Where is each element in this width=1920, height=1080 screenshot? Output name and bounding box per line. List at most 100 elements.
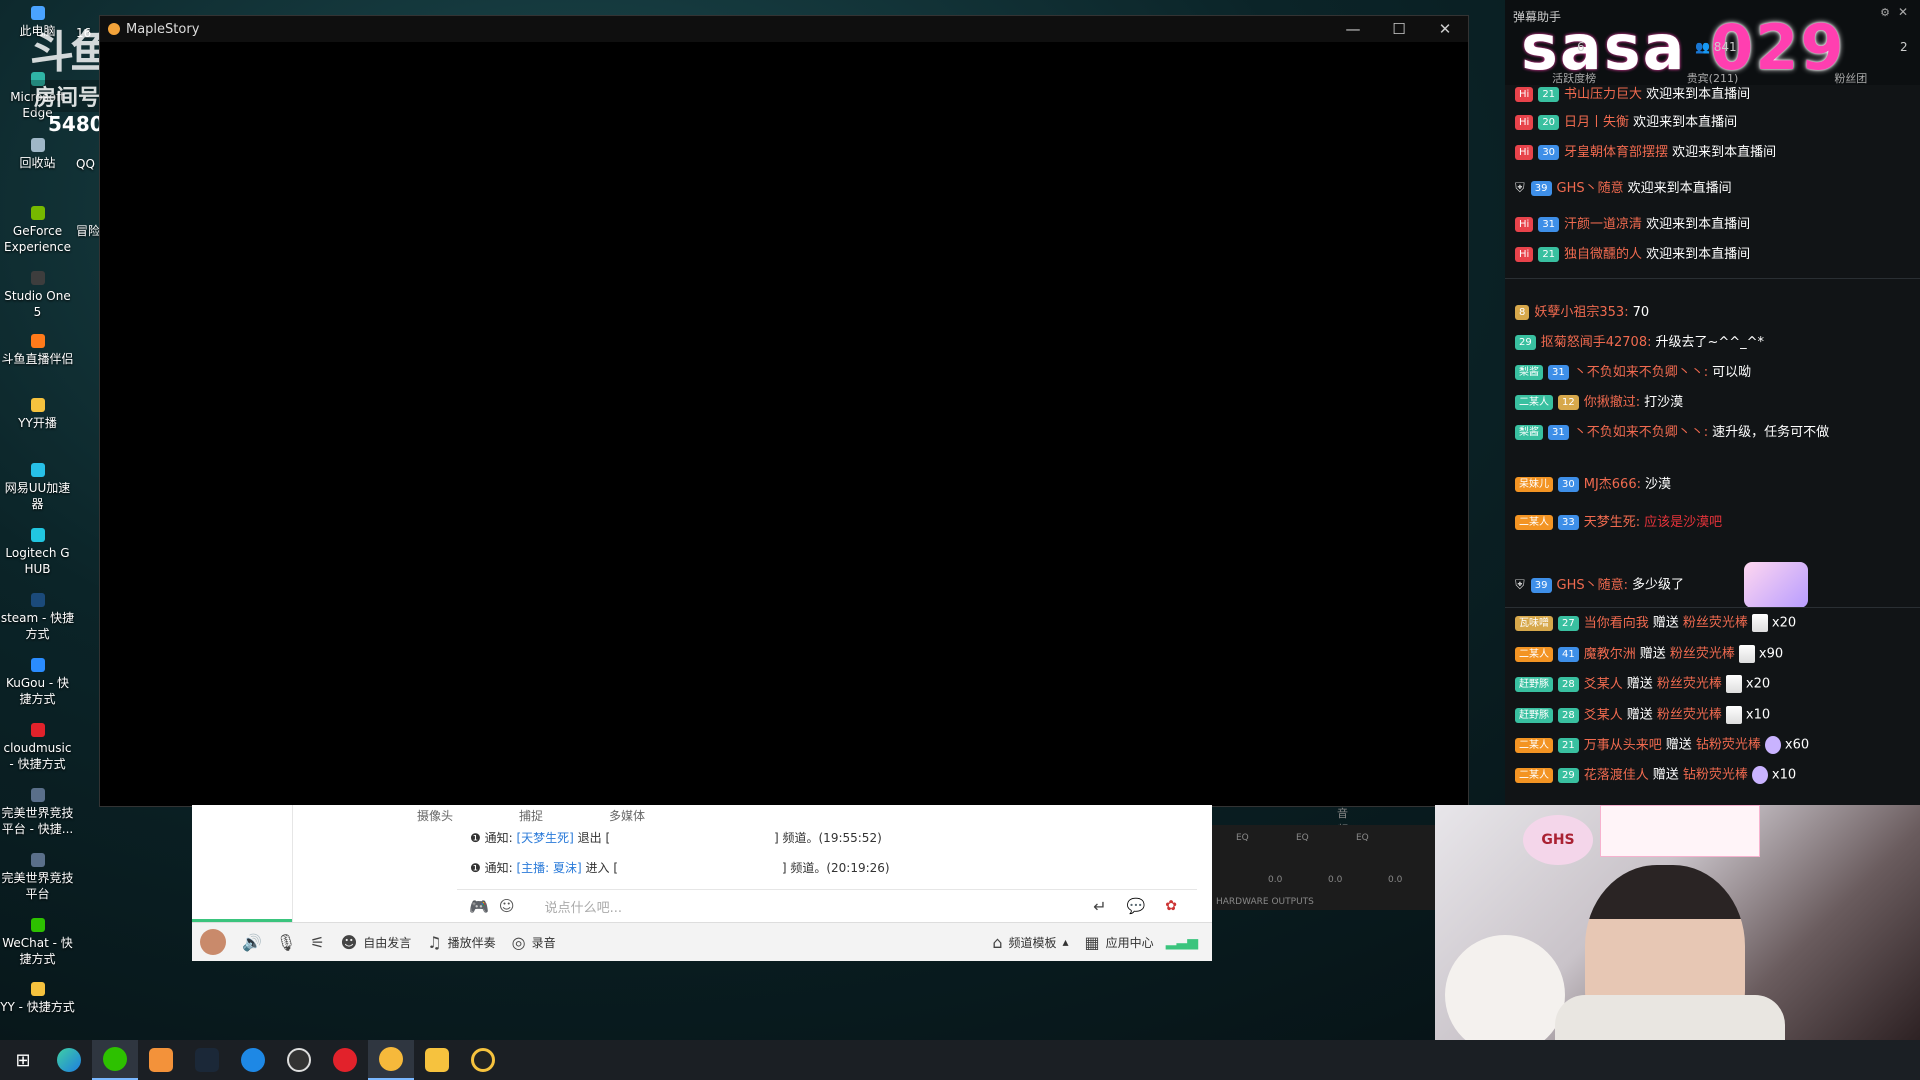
tab-vip[interactable]: 贵宾(211) [1643,70,1781,86]
circle-app-icon [471,1048,495,1072]
free-speech-button[interactable]: ☻ 自由发言 [341,933,412,952]
flower-icon[interactable]: ✿ [1165,898,1177,914]
tab-fan-group[interactable]: 粉丝团 [1782,70,1920,86]
taskbar-yy[interactable] [414,1040,460,1080]
desktop-icon-yy[interactable]: YY - 快捷方式 [0,982,75,1015]
taskbar-clock-app[interactable] [276,1040,322,1080]
tab-activity-rank[interactable]: 活跃度榜 [1505,70,1643,86]
notice-row: ❶ 通知: [主播: 夏沫] 进入 [ ] 频道。(20:19:26) [470,861,890,875]
game-controller-icon[interactable]: 🎮 [469,897,489,916]
taskbar-circle-app[interactable] [460,1040,506,1080]
list-item: 梨酱 31 丶不负如来不负卿丶丶: 可以呦 [1515,364,1914,382]
music-note-icon: ♫ [427,932,442,952]
notice-row: ❶ 通知: [天梦生死] 退出 [ ] 频道。(19:55:52) [470,831,882,845]
list-item: 二某人 21 万事从头来吧 赠送 钻粉荧光棒 x60 [1515,736,1914,755]
desktop-icon-douyu[interactable]: 斗鱼直播伴侣 [0,334,75,367]
avatar[interactable] [200,929,226,955]
speech-bubble-icon[interactable]: 💬 [1127,897,1146,915]
list-item: 8 妖孽小祖宗353: 70 [1515,304,1914,322]
mixer-side-panel: EQ EQ EQ 0.0 0.0 0.0 HARDWARE OUTPUTS [1212,825,1435,910]
divider [1505,278,1920,279]
edge-icon [57,1048,81,1072]
list-item: Hi 21 书山压力巨大 欢迎来到本直播间 [1515,86,1914,104]
shield-icon: ⛨ [1515,181,1525,196]
desktop-icon-cloudmusic[interactable]: cloudmusic - 快捷方式 [0,723,75,772]
kugou-icon [30,658,45,672]
smile-icon: ☻ [340,932,358,952]
yy-channel-window[interactable]: 摄像头 捕捉 多媒体 音频调节 ❶ 通知: [天梦生死] 退出 [ ] 频道。(… [192,805,1348,961]
taskbar-app-orange[interactable] [138,1040,184,1080]
list-item: 二某人 12 你揪撤过: 打沙漠 [1515,394,1914,412]
taskbar-steam[interactable] [184,1040,230,1080]
taskbar-maplestory[interactable] [368,1040,414,1080]
close-button[interactable]: ✕ [1422,20,1468,38]
chat-input[interactable]: 说点什么吧... [545,897,622,916]
notice-user[interactable]: [天梦生死] [516,831,573,845]
chat-input-bar[interactable]: 🎮 ☺ 说点什么吧... ↵ 💬 ✿ [457,889,1197,922]
emoji-icon[interactable]: ☺ [499,897,515,915]
notice-user[interactable]: [主播: 夏沫] [516,861,581,875]
desktop-icon-qq[interactable]: QQ [76,157,95,171]
yy-left-panel [192,805,293,922]
channel-template-button[interactable]: ⌂ 频道模板 ▴ [992,933,1068,952]
danmu-assistant-panel[interactable]: 弹幕助手 sasa 029 6 👥 841 2 ⚙ ✕ 活跃度榜 贵宾(211)… [1505,0,1920,805]
maximize-button[interactable]: ☐ [1376,20,1422,38]
desktop-icon-uu[interactable]: 网易UU加速器 [0,463,75,512]
desktop-icon-geforce[interactable]: GeForce Experience [0,206,75,255]
desktop-icon-studio-one[interactable]: Studio One 5 [0,271,75,320]
taskbar-edge[interactable] [46,1040,92,1080]
mixer-icon[interactable]: ⚟ [310,933,324,952]
record-icon: ◎ [511,932,526,952]
glowstick-icon [1725,675,1742,693]
desktop-icon-wechat[interactable]: WeChat - 快捷方式 [0,918,75,967]
record-button[interactable]: ◎ 录音 [512,933,556,952]
misc-count: 2 [1900,40,1908,54]
ghs-logo: GHS [1523,815,1593,865]
desktop-icon-perfect-world[interactable]: 完美世界竞技平台 [0,853,75,902]
geforce-icon [30,206,45,220]
start-button[interactable]: ⊞ [0,1040,46,1080]
minimize-button[interactable]: — [1330,20,1376,38]
list-item: Hi 21 独自微醺的人 欢迎来到本直播间 [1515,246,1914,264]
list-item: 二某人 41 魔教尔洲 赠送 粉丝荧光棒 x90 [1515,645,1914,664]
tab-capture[interactable]: 捕捉 [509,805,553,825]
microphone-icon[interactable]: 🎙 [276,933,296,952]
desktop-icon-steam[interactable]: steam - 快捷方式 [0,593,75,642]
wechat-icon [103,1047,127,1071]
windows-icon: ⊞ [15,1049,31,1071]
webcam-preview: GHS [1435,805,1920,1045]
list-item: 二某人 33 天梦生死: 应该是沙漠吧 [1515,514,1914,532]
maplestory-titlebar[interactable]: MapleStory — ☐ ✕ [100,16,1468,42]
taskbar-netease[interactable] [322,1040,368,1080]
diamond-glowstick-icon [1751,766,1768,784]
yy-icon [30,398,45,412]
danmu-header: 弹幕助手 sasa 029 6 👥 841 2 ⚙ ✕ 活跃度榜 贵宾(211)… [1505,0,1920,85]
taskbar-kugou[interactable] [230,1040,276,1080]
glowstick-icon [1751,614,1768,632]
tab-camera[interactable]: 摄像头 [407,805,463,825]
list-item: Hi 20 日月丨失衡 欢迎来到本直播间 [1515,114,1914,132]
send-icon[interactable]: ↵ [1093,897,1106,916]
media-tabs: 摄像头 捕捉 多媒体 [407,805,655,825]
desktop-icon-perfect-world-shortcut[interactable]: 完美世界竞技平台 - 快捷... [0,788,75,837]
desktop-icon-kugou[interactable]: KuGou - 快捷方式 [0,658,75,707]
desktop-icon-ghub[interactable]: Logitech G HUB [0,528,75,577]
clock-icon [287,1048,311,1072]
glowstick-icon [1738,645,1755,663]
tab-multimedia[interactable]: 多媒体 [599,805,655,825]
desktop-icon-maple[interactable]: 冒险 [76,222,100,239]
steam-icon [195,1048,219,1072]
play-accompaniment-button[interactable]: ♫ 播放伴奏 [427,933,495,952]
desktop-icon-recycle-bin[interactable]: 回收站 [0,138,75,171]
speaker-icon[interactable]: 🔊 [242,933,262,952]
list-item: 29 抠菊怒闻手42708: 升级去了~^^_^* [1515,334,1914,352]
close-icon[interactable]: ✕ [1898,5,1908,19]
taskbar-wechat[interactable] [92,1040,138,1080]
maplestory-window[interactable]: MapleStory — ☐ ✕ [99,15,1469,807]
desktop-icon-yy-live[interactable]: YY开播 [0,398,75,431]
app-center-button[interactable]: ▦ 应用中心 [1085,933,1154,952]
danmu-tabs: 活跃度榜 贵宾(211) 粉丝团 [1505,70,1920,86]
gear-icon[interactable]: ⚙ [1880,6,1890,19]
maplestory-app-icon [108,23,120,35]
list-item: 呆妹儿 30 MJ杰666: 沙漠 [1515,476,1914,494]
